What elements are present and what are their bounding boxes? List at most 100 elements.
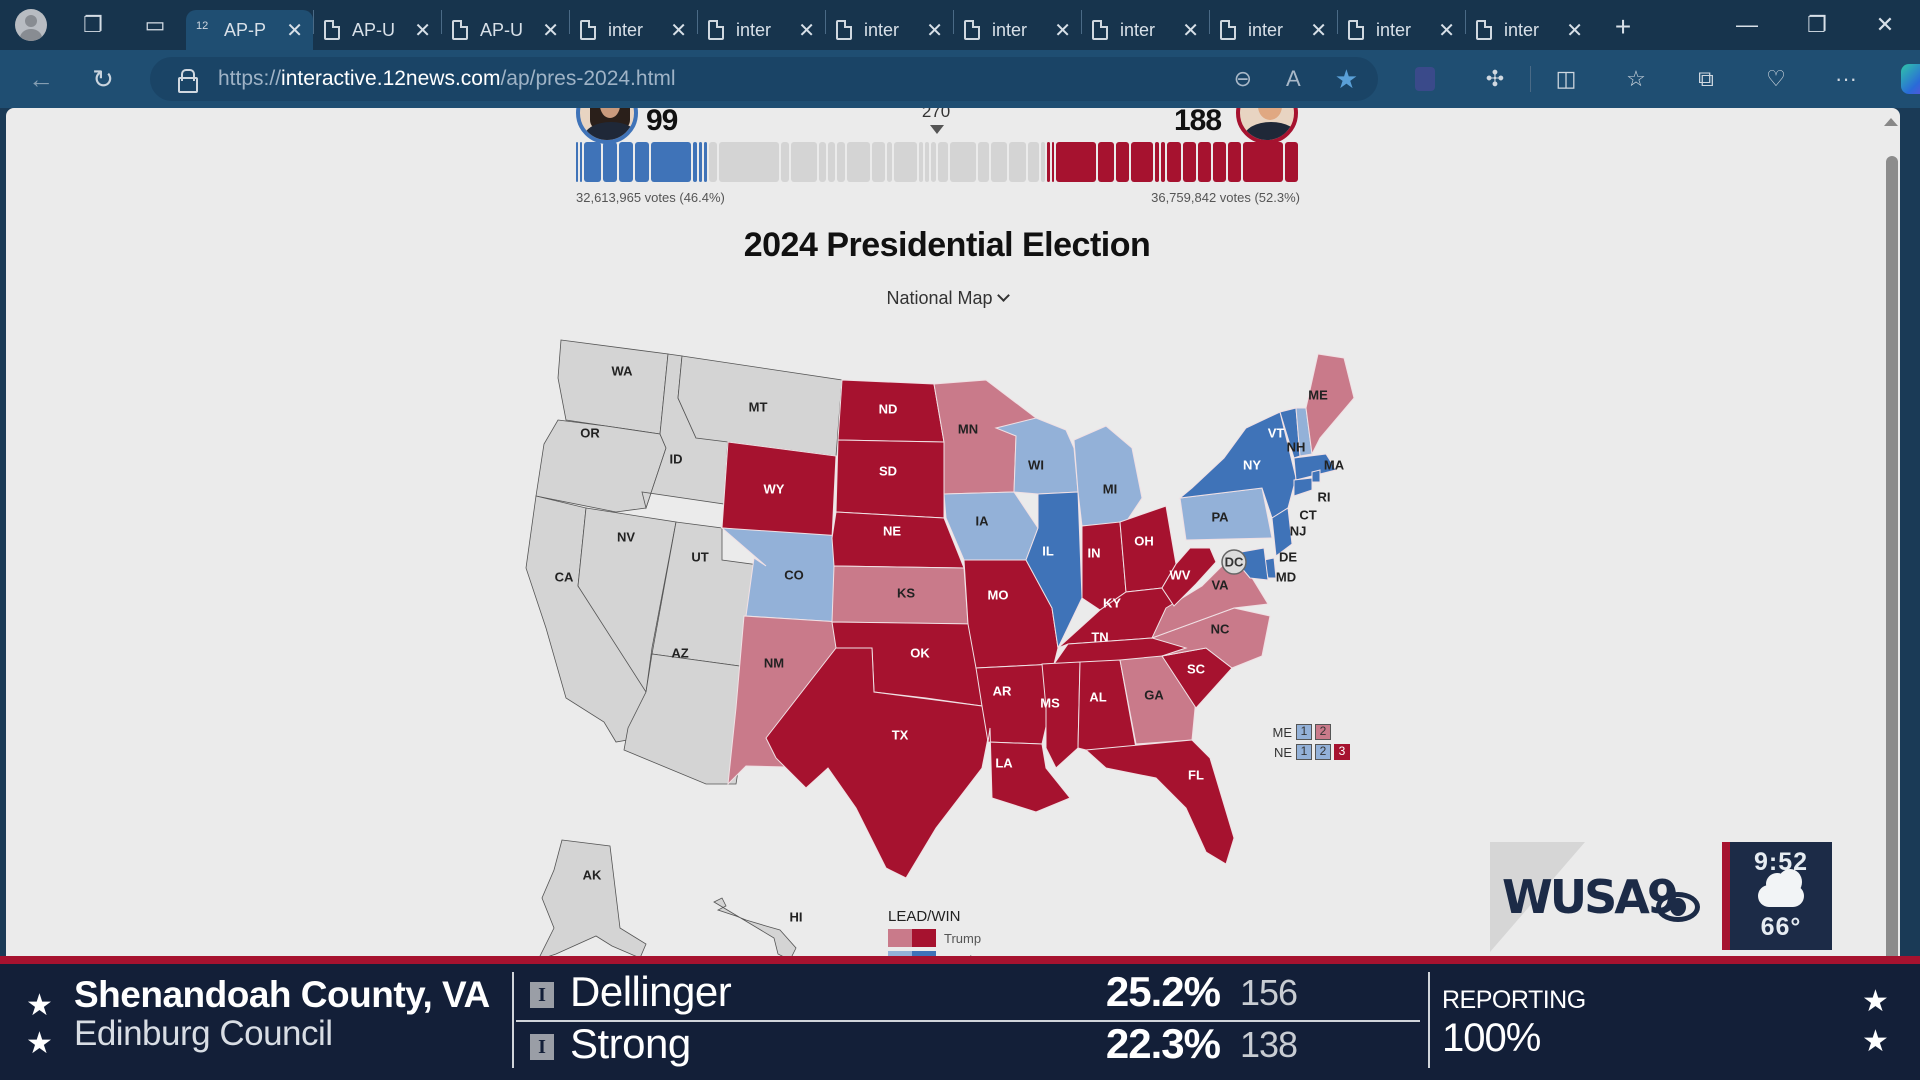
refresh-button[interactable]: ↻ xyxy=(72,54,134,104)
browser-tab[interactable]: inter ✕ xyxy=(954,10,1081,50)
district-box[interactable]: 1 xyxy=(1296,724,1312,740)
state-CT[interactable] xyxy=(1293,477,1313,497)
browser-tab[interactable]: AP-U ✕ xyxy=(314,10,441,50)
split-screen-button[interactable]: ◫ xyxy=(1531,50,1601,108)
district-box[interactable]: 1 xyxy=(1296,744,1312,760)
tab-close-icon[interactable]: ✕ xyxy=(670,18,687,43)
state-label-UT: UT xyxy=(691,549,708,564)
collections-button[interactable]: ⧉ xyxy=(1671,50,1741,108)
address-bar[interactable]: https://interactive.12news.com/ap/pres-2… xyxy=(150,57,1378,101)
favorite-star-icon[interactable]: ★ xyxy=(1335,64,1358,95)
state-label-ID: ID xyxy=(670,451,683,466)
state-label-AL: AL xyxy=(1089,689,1106,704)
party-badge: I xyxy=(530,1034,554,1060)
close-window-button[interactable]: ✕ xyxy=(1850,0,1920,50)
ticker-race: Edinburg Council xyxy=(74,1014,333,1053)
tab-actions-button[interactable]: ▭ xyxy=(124,0,186,50)
temperature: 66° xyxy=(1760,913,1802,941)
party-badge: I xyxy=(530,982,554,1008)
scroll-up-arrow-icon[interactable] xyxy=(1884,118,1898,126)
state-label-PA: PA xyxy=(1211,509,1229,524)
state-label-AZ: AZ xyxy=(671,645,688,660)
browser-tab[interactable]: inter ✕ xyxy=(826,10,953,50)
state-FL[interactable] xyxy=(1084,739,1235,865)
tab-close-icon[interactable]: ✕ xyxy=(1054,18,1071,43)
browser-tab[interactable]: inter ✕ xyxy=(570,10,697,50)
browser-tab[interactable]: 12 AP-P ✕ xyxy=(186,10,313,50)
read-aloud-icon[interactable]: A xyxy=(1286,66,1301,92)
tab-close-icon[interactable]: ✕ xyxy=(1310,18,1327,43)
extensions-button[interactable]: ✣ xyxy=(1460,50,1530,108)
state-label-WY: WY xyxy=(764,481,785,496)
state-RI[interactable] xyxy=(1311,469,1321,483)
state-IA[interactable] xyxy=(943,491,1039,561)
tab-actions-icon: ▭ xyxy=(144,12,166,37)
tab-title: inter xyxy=(864,19,900,40)
state-ME[interactable] xyxy=(1305,353,1355,456)
page-icon xyxy=(964,20,980,40)
state-label-AK: AK xyxy=(583,867,602,882)
tab-close-icon[interactable]: ✕ xyxy=(1566,18,1583,43)
more-menu-button[interactable]: ··· xyxy=(1811,50,1881,108)
tab-close-icon[interactable]: ✕ xyxy=(286,18,303,43)
restore-button[interactable]: ❐ xyxy=(1782,0,1852,50)
extension-button[interactable] xyxy=(1390,50,1460,108)
state-label-CA: CA xyxy=(555,569,574,584)
state-NE[interactable] xyxy=(831,511,965,569)
star-icon: ★ xyxy=(26,989,53,1022)
tab-close-icon[interactable]: ✕ xyxy=(1438,18,1455,43)
state-HI[interactable] xyxy=(713,897,797,958)
more-dots-icon: ··· xyxy=(1835,66,1857,91)
favorites-button[interactable]: ☆ xyxy=(1601,50,1671,108)
tab-close-icon[interactable]: ✕ xyxy=(414,18,431,43)
state-label-ME: ME xyxy=(1308,387,1328,402)
site-12news-icon: 12 xyxy=(196,20,209,32)
state-WA[interactable] xyxy=(557,339,669,435)
browser-tab[interactable]: inter ✕ xyxy=(1466,10,1593,50)
election-ticker: ★ ★ Shenandoah County, VA Edinburg Counc… xyxy=(0,956,1920,1080)
workspaces-button[interactable]: ❐ xyxy=(62,0,124,50)
state-label-CT: CT xyxy=(1299,507,1316,522)
us-electoral-map: DC WA OR CA ID NV UT AZ MT AK HI WY CO NM ND SD NE KS OK TX… xyxy=(525,339,1355,958)
tab-close-icon[interactable]: ✕ xyxy=(542,18,559,43)
candidate-votes: 156 xyxy=(1240,972,1298,1013)
browser-essentials-button[interactable]: ♡ xyxy=(1741,50,1811,108)
tab-close-icon[interactable]: ✕ xyxy=(926,18,943,43)
state-label-SD: SD xyxy=(879,463,897,478)
district-box[interactable]: 3 xyxy=(1334,744,1350,760)
district-box[interactable]: 2 xyxy=(1315,724,1331,740)
minimize-button[interactable]: — xyxy=(1712,0,1782,50)
new-tab-button[interactable]: + xyxy=(1593,11,1653,43)
district-box[interactable]: 2 xyxy=(1315,744,1331,760)
cbs-eye-icon xyxy=(1656,892,1700,922)
state-label-ND: ND xyxy=(879,401,898,416)
state-MS[interactable] xyxy=(1041,661,1081,769)
zoom-out-icon[interactable]: ⊖ xyxy=(1234,66,1252,92)
reporting-label: REPORTING xyxy=(1442,986,1586,1014)
browser-tab[interactable]: inter ✕ xyxy=(1338,10,1465,50)
url-text[interactable]: https://interactive.12news.com/ap/pres-2… xyxy=(218,67,676,91)
state-label-RI: RI xyxy=(1318,489,1331,504)
tab-close-icon[interactable]: ✕ xyxy=(1182,18,1199,43)
star-icon: ★ xyxy=(1862,1025,1889,1058)
browser-tab[interactable]: AP-U ✕ xyxy=(442,10,569,50)
state-SD[interactable] xyxy=(835,439,945,519)
state-AK[interactable] xyxy=(538,839,647,958)
scroll-thumb[interactable] xyxy=(1886,156,1898,958)
tab-title: AP-U xyxy=(352,19,396,40)
page-scrollbar[interactable] xyxy=(1880,108,1900,958)
state-MI[interactable] xyxy=(1073,425,1143,527)
arrow-left-icon: ← xyxy=(28,63,54,94)
page-icon xyxy=(1348,20,1364,40)
copilot-button[interactable] xyxy=(1881,50,1920,108)
browser-title-bar: ❐ ▭ 12 AP-P ✕ AP-U ✕ AP-U ✕ inter ✕ inter ✕ inter ✕ i… xyxy=(0,0,1920,50)
back-button[interactable]: ← xyxy=(10,54,72,104)
split-state-label: ME xyxy=(1272,724,1293,740)
profile-button[interactable] xyxy=(0,0,62,50)
browser-tab[interactable]: inter ✕ xyxy=(698,10,825,50)
browser-tab[interactable]: inter ✕ xyxy=(1210,10,1337,50)
tab-close-icon[interactable]: ✕ xyxy=(798,18,815,43)
browser-tab[interactable]: inter ✕ xyxy=(1082,10,1209,50)
candidate-percent: 22.3% xyxy=(1105,1020,1221,1067)
ticker-divider xyxy=(512,972,514,1068)
